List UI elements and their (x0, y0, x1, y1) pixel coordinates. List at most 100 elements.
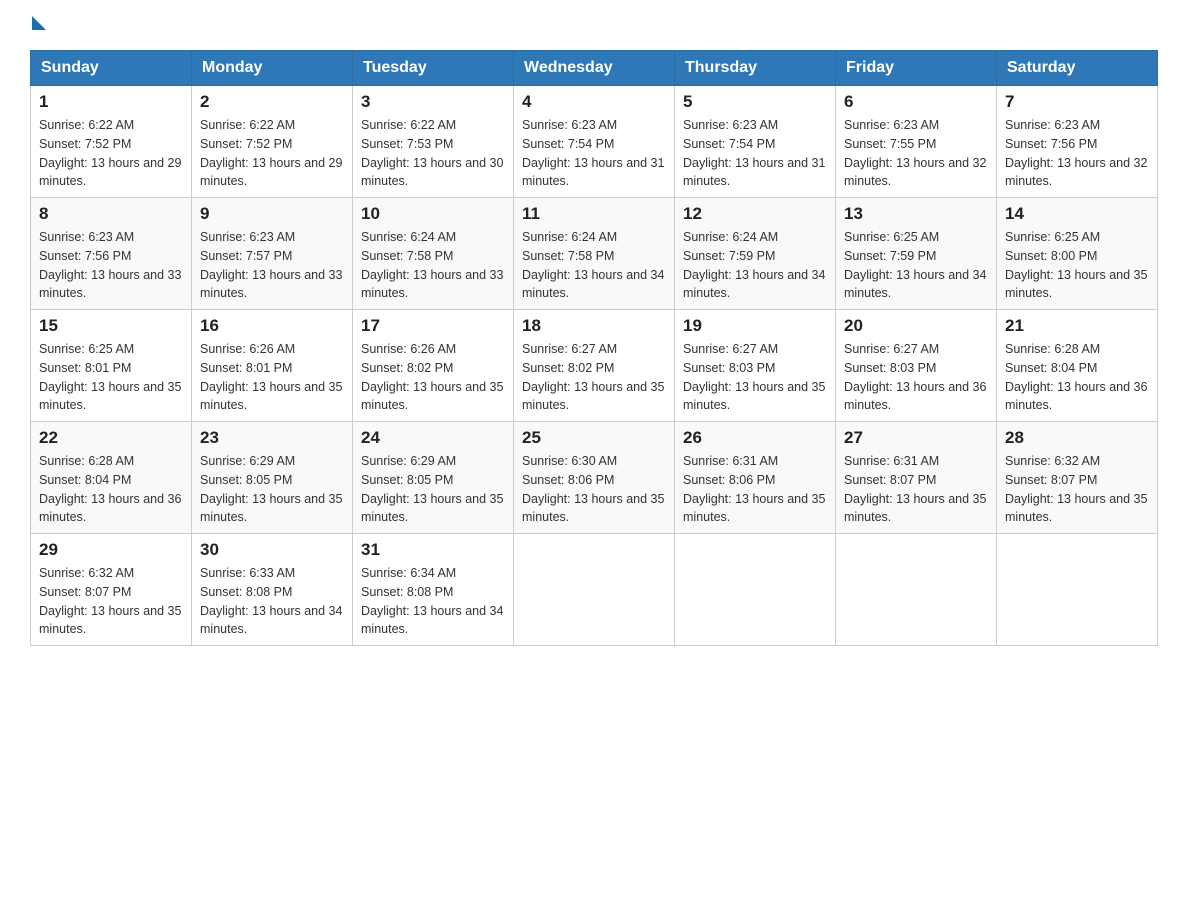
calendar-cell: 24 Sunrise: 6:29 AMSunset: 8:05 PMDayligh… (353, 422, 514, 534)
header-saturday: Saturday (997, 51, 1158, 86)
day-info: Sunrise: 6:23 AMSunset: 7:56 PMDaylight:… (1005, 116, 1149, 191)
day-number: 27 (844, 428, 988, 448)
day-info: Sunrise: 6:29 AMSunset: 8:05 PMDaylight:… (200, 452, 344, 527)
calendar-cell (514, 534, 675, 646)
calendar-table: SundayMondayTuesdayWednesdayThursdayFrid… (30, 50, 1158, 646)
header-friday: Friday (836, 51, 997, 86)
day-number: 24 (361, 428, 505, 448)
calendar-cell: 6Sunrise: 6:23 AMSunset: 7:55 PMDaylight… (836, 86, 997, 198)
calendar-week-row: 29 Sunrise: 6:32 AMSunset: 8:07 PMDayligh… (31, 534, 1158, 646)
day-number: 17 (361, 316, 505, 336)
calendar-cell: 31Sunrise: 6:34 AMSunset: 8:08 PMDayligh… (353, 534, 514, 646)
day-number: 29 (39, 540, 183, 560)
day-number: 18 (522, 316, 666, 336)
calendar-cell: 5 Sunrise: 6:23 AMSunset: 7:54 PMDaylight… (675, 86, 836, 198)
day-info: Sunrise: 6:23 AMSunset: 7:54 PMDaylight:… (683, 116, 827, 191)
day-number: 22 (39, 428, 183, 448)
day-number: 8 (39, 204, 183, 224)
day-info: Sunrise: 6:22 AMSunset: 7:52 PMDaylight:… (200, 116, 344, 191)
day-number: 12 (683, 204, 827, 224)
calendar-cell (675, 534, 836, 646)
day-info: Sunrise: 6:31 AMSunset: 8:06 PMDaylight:… (683, 452, 827, 527)
calendar-cell: 23 Sunrise: 6:29 AMSunset: 8:05 PMDayligh… (192, 422, 353, 534)
calendar-cell: 27 Sunrise: 6:31 AMSunset: 8:07 PMDayligh… (836, 422, 997, 534)
calendar-cell: 11 Sunrise: 6:24 AMSunset: 7:58 PMDayligh… (514, 198, 675, 310)
day-info: Sunrise: 6:27 AMSunset: 8:03 PMDaylight:… (844, 340, 988, 415)
day-number: 15 (39, 316, 183, 336)
calendar-cell: 9Sunrise: 6:23 AMSunset: 7:57 PMDaylight… (192, 198, 353, 310)
day-number: 13 (844, 204, 988, 224)
day-info: Sunrise: 6:24 AMSunset: 7:58 PMDaylight:… (522, 228, 666, 303)
calendar-cell: 22 Sunrise: 6:28 AMSunset: 8:04 PMDayligh… (31, 422, 192, 534)
header-monday: Monday (192, 51, 353, 86)
calendar-cell: 12Sunrise: 6:24 AMSunset: 7:59 PMDayligh… (675, 198, 836, 310)
day-info: Sunrise: 6:31 AMSunset: 8:07 PMDaylight:… (844, 452, 988, 527)
calendar-cell: 28 Sunrise: 6:32 AMSunset: 8:07 PMDayligh… (997, 422, 1158, 534)
calendar-cell: 3 Sunrise: 6:22 AMSunset: 7:53 PMDaylight… (353, 86, 514, 198)
logo-triangle-icon (32, 16, 46, 30)
calendar-header-row: SundayMondayTuesdayWednesdayThursdayFrid… (31, 51, 1158, 86)
day-info: Sunrise: 6:27 AMSunset: 8:02 PMDaylight:… (522, 340, 666, 415)
header-thursday: Thursday (675, 51, 836, 86)
calendar-week-row: 22 Sunrise: 6:28 AMSunset: 8:04 PMDayligh… (31, 422, 1158, 534)
calendar-cell: 26 Sunrise: 6:31 AMSunset: 8:06 PMDayligh… (675, 422, 836, 534)
calendar-cell: 17Sunrise: 6:26 AMSunset: 8:02 PMDayligh… (353, 310, 514, 422)
day-info: Sunrise: 6:26 AMSunset: 8:01 PMDaylight:… (200, 340, 344, 415)
day-number: 2 (200, 92, 344, 112)
logo (30, 20, 46, 30)
calendar-cell: 10 Sunrise: 6:24 AMSunset: 7:58 PMDayligh… (353, 198, 514, 310)
calendar-cell (997, 534, 1158, 646)
calendar-cell: 20 Sunrise: 6:27 AMSunset: 8:03 PMDayligh… (836, 310, 997, 422)
day-number: 23 (200, 428, 344, 448)
calendar-cell: 7 Sunrise: 6:23 AMSunset: 7:56 PMDaylight… (997, 86, 1158, 198)
calendar-week-row: 1 Sunrise: 6:22 AMSunset: 7:52 PMDaylight… (31, 86, 1158, 198)
day-number: 26 (683, 428, 827, 448)
day-info: Sunrise: 6:23 AMSunset: 7:54 PMDaylight:… (522, 116, 666, 191)
header-sunday: Sunday (31, 51, 192, 86)
calendar-week-row: 15 Sunrise: 6:25 AMSunset: 8:01 PMDayligh… (31, 310, 1158, 422)
day-info: Sunrise: 6:25 AMSunset: 7:59 PMDaylight:… (844, 228, 988, 303)
day-info: Sunrise: 6:25 AMSunset: 8:00 PMDaylight:… (1005, 228, 1149, 303)
day-number: 20 (844, 316, 988, 336)
calendar-cell: 21 Sunrise: 6:28 AMSunset: 8:04 PMDayligh… (997, 310, 1158, 422)
day-number: 30 (200, 540, 344, 560)
day-number: 3 (361, 92, 505, 112)
calendar-cell: 2 Sunrise: 6:22 AMSunset: 7:52 PMDaylight… (192, 86, 353, 198)
calendar-cell: 16Sunrise: 6:26 AMSunset: 8:01 PMDayligh… (192, 310, 353, 422)
day-number: 21 (1005, 316, 1149, 336)
day-number: 11 (522, 204, 666, 224)
day-number: 19 (683, 316, 827, 336)
calendar-cell: 25 Sunrise: 6:30 AMSunset: 8:06 PMDayligh… (514, 422, 675, 534)
day-number: 28 (1005, 428, 1149, 448)
calendar-cell: 29 Sunrise: 6:32 AMSunset: 8:07 PMDayligh… (31, 534, 192, 646)
day-info: Sunrise: 6:25 AMSunset: 8:01 PMDaylight:… (39, 340, 183, 415)
day-number: 1 (39, 92, 183, 112)
day-number: 7 (1005, 92, 1149, 112)
day-info: Sunrise: 6:33 AMSunset: 8:08 PMDaylight:… (200, 564, 344, 639)
day-info: Sunrise: 6:23 AMSunset: 7:56 PMDaylight:… (39, 228, 183, 303)
day-number: 4 (522, 92, 666, 112)
day-number: 10 (361, 204, 505, 224)
day-number: 14 (1005, 204, 1149, 224)
day-info: Sunrise: 6:32 AMSunset: 8:07 PMDaylight:… (1005, 452, 1149, 527)
day-number: 5 (683, 92, 827, 112)
day-info: Sunrise: 6:23 AMSunset: 7:57 PMDaylight:… (200, 228, 344, 303)
calendar-cell: 8 Sunrise: 6:23 AMSunset: 7:56 PMDaylight… (31, 198, 192, 310)
day-info: Sunrise: 6:27 AMSunset: 8:03 PMDaylight:… (683, 340, 827, 415)
day-info: Sunrise: 6:29 AMSunset: 8:05 PMDaylight:… (361, 452, 505, 527)
calendar-cell: 15 Sunrise: 6:25 AMSunset: 8:01 PMDayligh… (31, 310, 192, 422)
header-wednesday: Wednesday (514, 51, 675, 86)
day-info: Sunrise: 6:28 AMSunset: 8:04 PMDaylight:… (39, 452, 183, 527)
day-info: Sunrise: 6:34 AMSunset: 8:08 PMDaylight:… (361, 564, 505, 639)
calendar-cell: 14 Sunrise: 6:25 AMSunset: 8:00 PMDayligh… (997, 198, 1158, 310)
day-info: Sunrise: 6:30 AMSunset: 8:06 PMDaylight:… (522, 452, 666, 527)
calendar-cell: 4 Sunrise: 6:23 AMSunset: 7:54 PMDaylight… (514, 86, 675, 198)
day-info: Sunrise: 6:28 AMSunset: 8:04 PMDaylight:… (1005, 340, 1149, 415)
calendar-cell: 19 Sunrise: 6:27 AMSunset: 8:03 PMDayligh… (675, 310, 836, 422)
day-number: 25 (522, 428, 666, 448)
day-info: Sunrise: 6:22 AMSunset: 7:53 PMDaylight:… (361, 116, 505, 191)
day-number: 6 (844, 92, 988, 112)
day-info: Sunrise: 6:32 AMSunset: 8:07 PMDaylight:… (39, 564, 183, 639)
day-info: Sunrise: 6:24 AMSunset: 7:58 PMDaylight:… (361, 228, 505, 303)
calendar-cell: 13 Sunrise: 6:25 AMSunset: 7:59 PMDayligh… (836, 198, 997, 310)
